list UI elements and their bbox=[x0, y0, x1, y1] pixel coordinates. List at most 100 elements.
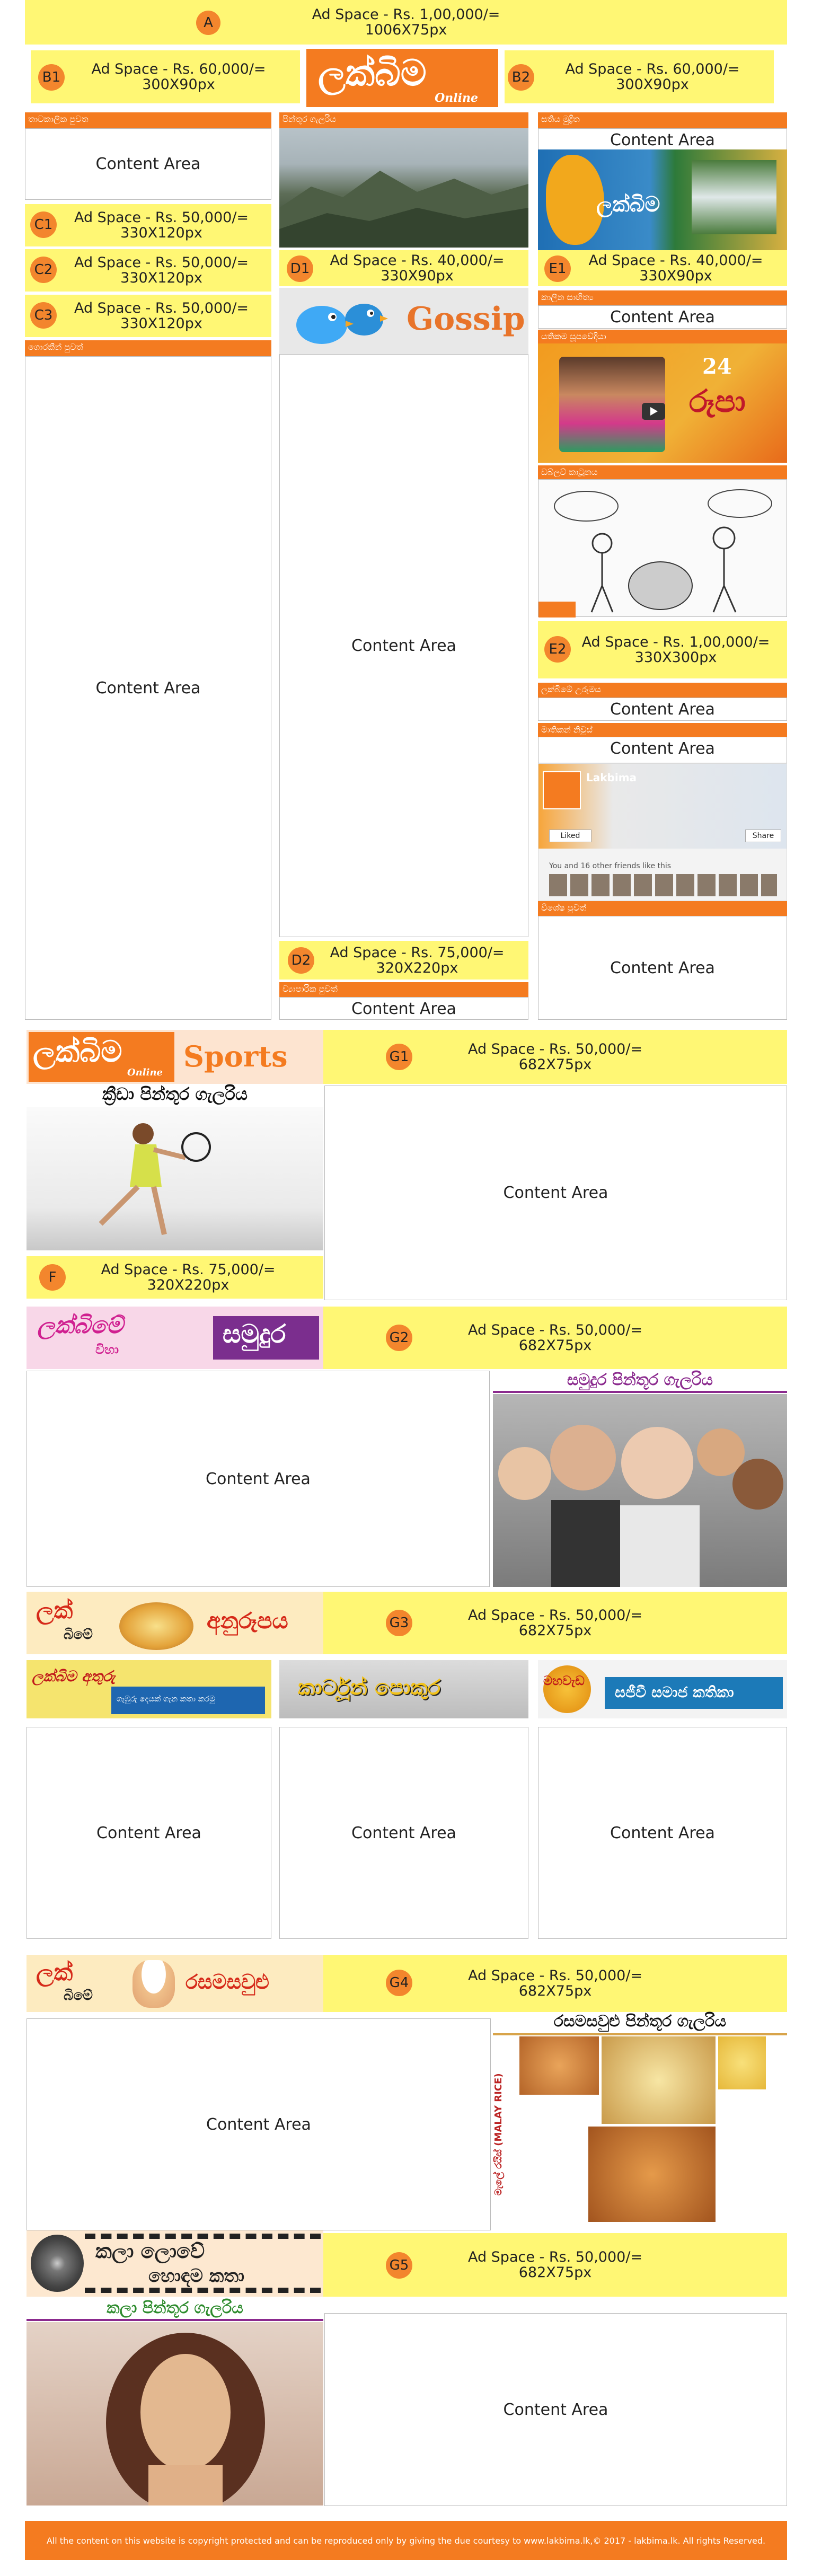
ad-size: 320X220px bbox=[376, 959, 458, 976]
ad-size: 320X220px bbox=[147, 1277, 229, 1293]
content-area: Content Area bbox=[27, 1371, 490, 1587]
ad-space-g5[interactable]: G5 Ad Space - Rs. 50,000/= 682X75px bbox=[323, 2233, 787, 2297]
ad-space-b2[interactable]: B2 Ad Space - Rs. 60,000/= 300X90px bbox=[505, 50, 774, 103]
mountain-photo[interactable] bbox=[279, 128, 528, 248]
section-header[interactable]: ගොරකීන් පුවත් bbox=[25, 340, 271, 356]
facebook-widget[interactable]: Lakbima Liked Share You and 16 other fri… bbox=[538, 763, 787, 901]
play-button-icon[interactable] bbox=[642, 403, 665, 420]
section-header[interactable]: මාතිකන් නිවුස් bbox=[538, 723, 787, 737]
section-header[interactable]: ව්‍යාපාරික පුවත් bbox=[279, 982, 528, 997]
ad-space-f[interactable]: F Ad Space - Rs. 75,000/= 320X220px bbox=[27, 1256, 323, 1299]
cartoon-drawing-icon bbox=[538, 489, 772, 617]
banner-cartoon-pokura[interactable]: කාර්ටූන් පොකුර bbox=[279, 1660, 528, 1718]
content-area: Content Area bbox=[279, 1727, 528, 1939]
actress-portrait-icon bbox=[106, 2333, 265, 2506]
ad-badge: C3 bbox=[30, 302, 57, 329]
facebook-share-button[interactable]: Share bbox=[745, 830, 781, 842]
ad-space-d1[interactable]: D1 Ad Space - Rs. 40,000/= 330X90px bbox=[279, 250, 528, 286]
ad-badge: G5 bbox=[386, 2252, 412, 2279]
ad-price: Ad Space - Rs. 50,000/= bbox=[467, 1968, 643, 1984]
food-bowl-icon bbox=[119, 1602, 193, 1650]
ad-space-g3[interactable]: G3 Ad Space - Rs. 50,000/= 682X75px bbox=[323, 1592, 787, 1654]
ad-badge: C1 bbox=[30, 211, 57, 238]
food-image-2 bbox=[602, 2036, 716, 2124]
cartoon-image[interactable] bbox=[538, 479, 787, 617]
section-header[interactable]: පින්තූර ගැලරිය bbox=[279, 112, 528, 128]
ad-badge: B2 bbox=[508, 64, 534, 91]
site-logo[interactable]: ලක්බිම Online bbox=[306, 49, 498, 107]
banner-mahawada[interactable]: මහවැඩ සජීවී සමාජ කතිකා bbox=[538, 1660, 787, 1718]
video-thumbnail[interactable]: 24 රූපා bbox=[538, 343, 787, 463]
ad-space-d2[interactable]: D2 Ad Space - Rs. 75,000/= 320X220px bbox=[279, 941, 528, 980]
ad-size: 682X75px bbox=[518, 1622, 592, 1639]
gossip-banner[interactable]: Gossip bbox=[279, 288, 528, 354]
food-side-label: මැලේ රයිස් (MALAY RICE) bbox=[493, 2073, 504, 2196]
ad-badge: D2 bbox=[288, 947, 314, 974]
ad-price: Ad Space - Rs. 60,000/= bbox=[91, 61, 266, 77]
content-area: Content Area bbox=[538, 737, 787, 763]
ad-size: 330X300px bbox=[634, 649, 717, 666]
kala-gallery-title: කලා පින්තූර ගැලරිය bbox=[27, 2299, 323, 2321]
ad-space-e2[interactable]: E2 Ad Space - Rs. 1,00,000/= 330X300px bbox=[538, 621, 787, 678]
sports-logo[interactable]: ලක්බිම Online Sports bbox=[27, 1030, 323, 1084]
ad-size: 330X120px bbox=[120, 225, 202, 241]
rasa-gallery-title: රසමසවුළු පින්තූර ගැලරිය bbox=[493, 2012, 787, 2035]
banner-title: ලක්බිම අතුරු bbox=[32, 1668, 116, 1685]
ad-badge: E2 bbox=[544, 636, 571, 663]
ad-price: Ad Space - Rs. 40,000/= bbox=[330, 252, 505, 269]
rasamasavulu-logo[interactable]: ලක් බිමේ රසමසවුළු bbox=[27, 1955, 323, 2012]
banner-subtitle: ගැඹුරු දෙයක් ගැන කතා කරමු bbox=[117, 1694, 215, 1704]
logo-subtext: Online bbox=[435, 91, 478, 105]
ad-space-a[interactable]: A Ad Space - Rs. 1,00,000/= 1006X75px bbox=[25, 0, 787, 45]
content-area: Content Area bbox=[27, 2018, 491, 2230]
section-header[interactable]: තාවකාලික පුවත bbox=[25, 112, 271, 128]
anurupa-logo[interactable]: ලක් බිමේ අනුරූපය bbox=[27, 1592, 323, 1654]
twitter-bird-icon bbox=[296, 304, 388, 344]
ad-space-g2[interactable]: G2 Ad Space - Rs. 50,000/= 682X75px bbox=[323, 1307, 787, 1369]
section-header[interactable]: විශේෂ පුවත් bbox=[538, 901, 787, 916]
ad-space-c1[interactable]: C1 Ad Space - Rs. 50,000/= 330X120px bbox=[25, 204, 271, 246]
kala-logo[interactable]: කලා ලොවේ හොඳම කතා bbox=[27, 2230, 323, 2297]
promo-image[interactable]: ලක්බිම bbox=[538, 149, 787, 250]
actress-photo[interactable] bbox=[27, 2322, 323, 2506]
banner-lakbima-athuru[interactable]: ලක්බිම අතුරු ගැඹුරු දෙයක් ගැන කතා කරමු bbox=[27, 1660, 271, 1718]
ad-space-c2[interactable]: C2 Ad Space - Rs. 50,000/= 330X120px bbox=[25, 249, 271, 292]
facebook-page-name[interactable]: Lakbima bbox=[586, 771, 637, 784]
samudura-logo-word: සමුදුර bbox=[223, 1319, 286, 1349]
food-photo[interactable]: මැලේ රයිස් (MALAY RICE) bbox=[493, 2036, 787, 2230]
section-header[interactable]: යතිකම සූපවේදියා bbox=[538, 330, 787, 343]
ad-size: 300X90px bbox=[616, 76, 689, 93]
video-title: රූපා bbox=[689, 383, 746, 419]
ad-badge: G1 bbox=[386, 1044, 412, 1070]
section-header[interactable]: ඩබ්ලව් කාටූනය bbox=[538, 465, 787, 479]
anurupa-logo-sub: බිමේ bbox=[64, 1627, 93, 1643]
ad-space-g4[interactable]: G4 Ad Space - Rs. 50,000/= 682X75px bbox=[323, 1955, 787, 2012]
ad-badge: G2 bbox=[386, 1325, 412, 1351]
ad-space-b1[interactable]: B1 Ad Space - Rs. 60,000/= 300X90px bbox=[31, 50, 300, 103]
content-area: Content Area bbox=[538, 305, 787, 329]
ad-badge: A bbox=[196, 11, 220, 35]
ad-price: Ad Space - Rs. 75,000/= bbox=[330, 944, 505, 961]
ad-space-e1[interactable]: E1 Ad Space - Rs. 40,000/= 330X90px bbox=[538, 250, 787, 286]
ad-price: Ad Space - Rs. 50,000/= bbox=[74, 254, 249, 271]
section-header[interactable]: සතිය මුද්‍රිත bbox=[538, 112, 787, 128]
section-header[interactable]: කාලීන සාහිත්‍ය bbox=[538, 290, 787, 305]
ad-space-g1[interactable]: G1 Ad Space - Rs. 50,000/= 682X75px bbox=[323, 1030, 787, 1084]
ad-price: Ad Space - Rs. 50,000/= bbox=[74, 300, 249, 316]
anurupa-logo-word: අනුරූපය bbox=[207, 1608, 288, 1634]
group-people-icon bbox=[498, 1425, 783, 1587]
content-area: Content Area bbox=[538, 698, 787, 721]
ad-space-c3[interactable]: C3 Ad Space - Rs. 50,000/= 330X120px bbox=[25, 295, 271, 337]
section-header[interactable]: ලක්බිමේ උරුමය bbox=[538, 683, 787, 698]
content-area: Content Area bbox=[279, 354, 528, 937]
tennis-player-icon bbox=[99, 1123, 211, 1236]
samudura-logo[interactable]: ලක්බිමේ විහා සමුදුර bbox=[27, 1307, 323, 1369]
facebook-liked-button[interactable]: Liked bbox=[549, 830, 591, 842]
people-photo[interactable] bbox=[493, 1394, 787, 1587]
content-area: Content Area bbox=[538, 916, 787, 1020]
ad-badge: D1 bbox=[287, 255, 313, 282]
facebook-avatar bbox=[543, 771, 581, 809]
tennis-photo[interactable] bbox=[27, 1107, 323, 1250]
ad-price: Ad Space - Rs. 50,000/= bbox=[467, 1607, 643, 1624]
facebook-friend-avatars bbox=[549, 874, 777, 896]
